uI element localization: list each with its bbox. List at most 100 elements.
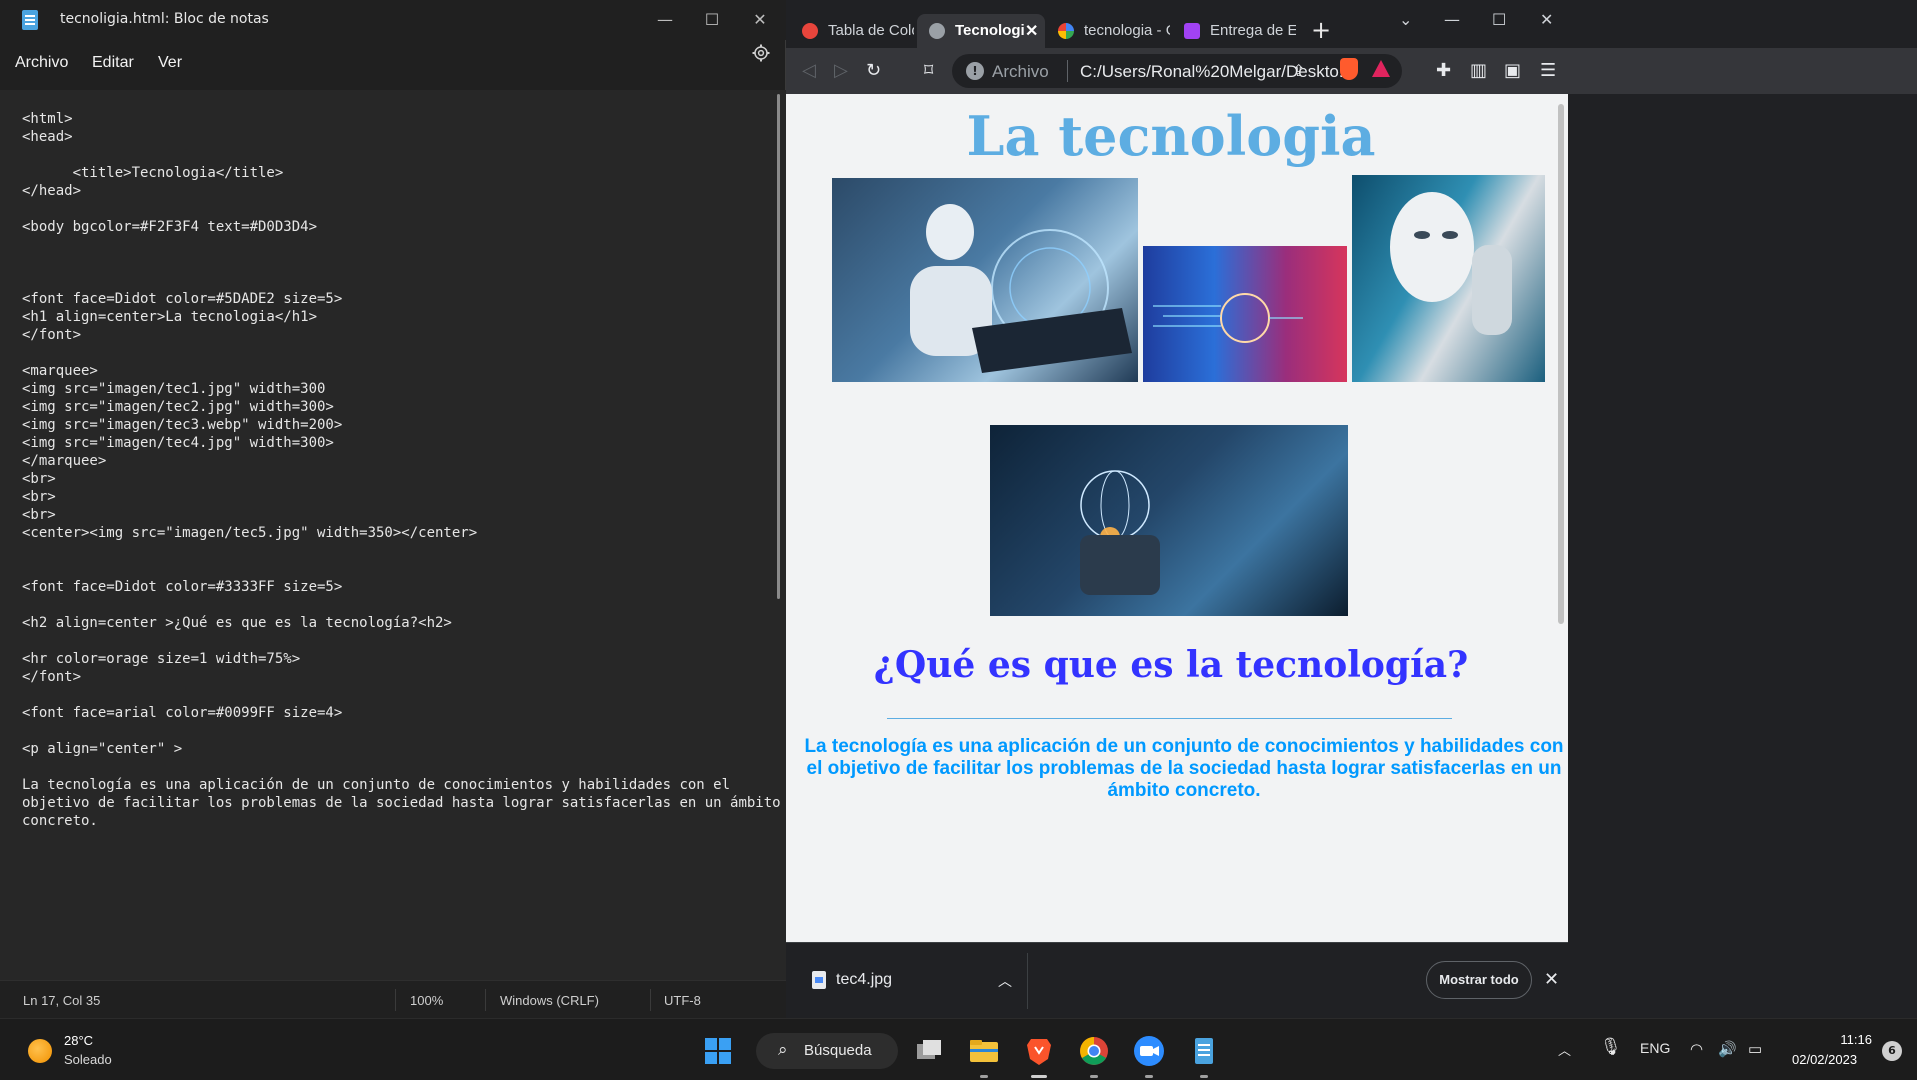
page-subheading: ¿Qué es que es la tecnología? <box>873 644 1469 686</box>
zoom-level: 100% <box>410 993 444 1008</box>
menu-ver[interactable]: Ver <box>158 54 182 72</box>
microphone-icon[interactable]: 🎙 <box>1600 1037 1622 1057</box>
tab-tabla-de-colores[interactable]: Tabla de Colores <box>790 14 915 48</box>
zoom-icon[interactable] <box>1131 1033 1167 1069</box>
file-explorer-icon[interactable] <box>966 1033 1002 1069</box>
code-line: <br> <box>22 471 56 487</box>
code-line: </marquee> <box>22 453 107 469</box>
code-line: <head> <box>22 129 73 145</box>
taskbar-search[interactable]: ⌕ Búsqueda <box>756 1033 898 1069</box>
back-arrow-icon[interactable]: ◁ <box>802 60 816 81</box>
notification-badge[interactable]: 6 <box>1882 1041 1902 1061</box>
tab-label: Entrega de Evide <box>1210 22 1296 39</box>
line-ending: Windows (CRLF) <box>500 993 599 1008</box>
new-tab-plus-icon[interactable]: + <box>1311 16 1331 44</box>
address-bar[interactable]: ! Archivo C:/Users/Ronal%20Melgar/Deskto… <box>952 54 1402 88</box>
notepad-window: tecnoligia.html: Bloc de notas — ☐ ✕ Arc… <box>0 0 786 1018</box>
menu-editar[interactable]: Editar <box>92 54 134 72</box>
close-icon[interactable]: ✕ <box>1544 969 1559 990</box>
close-icon[interactable]: ✕ <box>1540 10 1553 29</box>
omnibox-divider <box>1067 60 1068 82</box>
page-scrollbar-thumb[interactable] <box>1558 104 1564 624</box>
language-indicator[interactable]: ENG <box>1640 1040 1670 1056</box>
reload-icon[interactable]: ↻ <box>866 60 881 81</box>
close-icon[interactable]: ✕ <box>740 6 780 34</box>
forward-arrow-icon[interactable]: ▷ <box>834 60 848 81</box>
wifi-icon[interactable]: ◠ <box>1690 1040 1703 1058</box>
horizontal-rule <box>887 718 1452 719</box>
task-view-icon[interactable] <box>911 1033 947 1069</box>
chevron-up-icon[interactable]: ︿ <box>998 971 1012 991</box>
active-indicator <box>1031 1075 1047 1078</box>
code-line: </font> <box>22 327 82 343</box>
sidebar-icon[interactable]: ▥ <box>1470 60 1487 81</box>
google-icon <box>1058 23 1074 39</box>
tab-close-icon[interactable]: ✕ <box>1025 21 1038 41</box>
code-content: <html> <head> <title>Tecnologia</title> </… <box>22 110 781 830</box>
tab-tecnologia[interactable]: Tecnologia ✕ <box>917 14 1045 48</box>
clock-date[interactable]: 02/02/2023 <box>1792 1052 1857 1067</box>
code-line: objetivo de facilitar los problemas de l… <box>22 795 781 811</box>
bookmark-icon[interactable]: ⌑ <box>924 60 933 81</box>
volume-icon[interactable]: 🔊 <box>1718 1040 1737 1058</box>
notepad-taskbar-icon[interactable] <box>1186 1033 1222 1069</box>
maximize-icon[interactable]: ☐ <box>1492 10 1506 29</box>
cursor-position: Ln 17, Col 35 <box>23 993 101 1008</box>
settings-gear-icon[interactable] <box>752 44 770 62</box>
chrome-icon[interactable] <box>1076 1033 1112 1069</box>
code-line: La tecnología es una aplicación de un co… <box>22 777 731 793</box>
tab-search-chevron-icon[interactable]: ⌄ <box>1399 10 1412 29</box>
browser-toolbar: ◁ ▷ ↻ ⌑ ! Archivo C:/Users/Ronal%20Melga… <box>786 48 1917 94</box>
brave-shields-icon[interactable] <box>1340 58 1358 80</box>
minimize-icon[interactable]: — <box>645 6 685 34</box>
browser-window: Tabla de Colores Tecnologia ✕ tecnologia… <box>786 0 1917 1018</box>
notepad-titlebar[interactable]: tecnoligia.html: Bloc de notas — ☐ ✕ <box>0 0 786 40</box>
brave-rewards-icon[interactable] <box>1372 60 1390 77</box>
brave-browser-icon[interactable] <box>1021 1033 1057 1069</box>
menu-hamburger-icon[interactable]: ☰ <box>1540 60 1556 81</box>
url-text[interactable]: C:/Users/Ronal%20Melgar/Deskto... <box>1080 62 1353 82</box>
notepad-text-area[interactable]: <html> <head> <title>Tecnologia</title> </… <box>0 90 786 980</box>
minimize-icon[interactable]: — <box>1444 10 1460 29</box>
download-divider <box>1027 953 1028 1009</box>
code-line: concreto. <box>22 813 98 829</box>
image-tec3-robot-face <box>1352 175 1545 382</box>
image-tec1-robot-laptop <box>832 178 1138 382</box>
code-line: <br> <box>22 507 56 523</box>
encoding: UTF-8 <box>664 993 701 1008</box>
windows-start-icon[interactable] <box>700 1033 736 1069</box>
code-line: <img src="imagen/tec2.jpg" width=300> <box>22 399 334 415</box>
info-icon[interactable]: ! <box>966 62 984 80</box>
show-all-button[interactable]: Mostrar todo <box>1426 961 1532 999</box>
tab-label: tecnologia - Goo <box>1084 22 1170 39</box>
tab-label: Tecnologia <box>955 22 1025 39</box>
menu-archivo[interactable]: Archivo <box>15 54 68 72</box>
editor-scrollbar-thumb[interactable] <box>777 94 780 599</box>
notepad-app-icon <box>22 10 38 30</box>
extensions-icon[interactable]: ✚ <box>1436 60 1451 81</box>
download-item[interactable]: tec4.jpg ︿ <box>786 943 1028 1019</box>
editor-scrollbar[interactable] <box>775 90 785 980</box>
search-label: Búsqueda <box>804 1042 872 1059</box>
tab-tecnologia-google[interactable]: tecnologia - Goo <box>1046 14 1171 48</box>
maximize-icon[interactable]: ☐ <box>692 6 732 34</box>
tab-entrega-de-evidencias[interactable]: Entrega de Evide <box>1172 14 1297 48</box>
notepad-menubar: Archivo Editar Ver <box>0 40 786 90</box>
clock-time[interactable]: 11:16 <box>1832 1032 1872 1047</box>
weather-temperature: 28°C <box>64 1033 94 1048</box>
taskbar: 28°C Soleado ⌕ Búsqueda ︿ 🎙 ENG ◠ 🔊 ▭ 11… <box>0 1018 1917 1080</box>
running-indicator <box>1090 1075 1098 1078</box>
page-paragraph: La tecnología es una aplicación de un co… <box>804 736 1564 801</box>
code-line: <img src="imagen/tec1.jpg" width=300 <box>22 381 326 397</box>
battery-icon[interactable]: ▭ <box>1748 1040 1762 1058</box>
status-divider <box>650 989 651 1011</box>
chevron-up-icon[interactable]: ︿ <box>1558 1040 1571 1059</box>
wallet-icon[interactable]: ▣ <box>1504 60 1521 81</box>
share-icon[interactable]: ⇪ <box>1292 61 1305 80</box>
code-line: <center><img src="imagen/tec5.jpg" width… <box>22 525 478 541</box>
page-scrollbar[interactable] <box>1556 94 1566 774</box>
